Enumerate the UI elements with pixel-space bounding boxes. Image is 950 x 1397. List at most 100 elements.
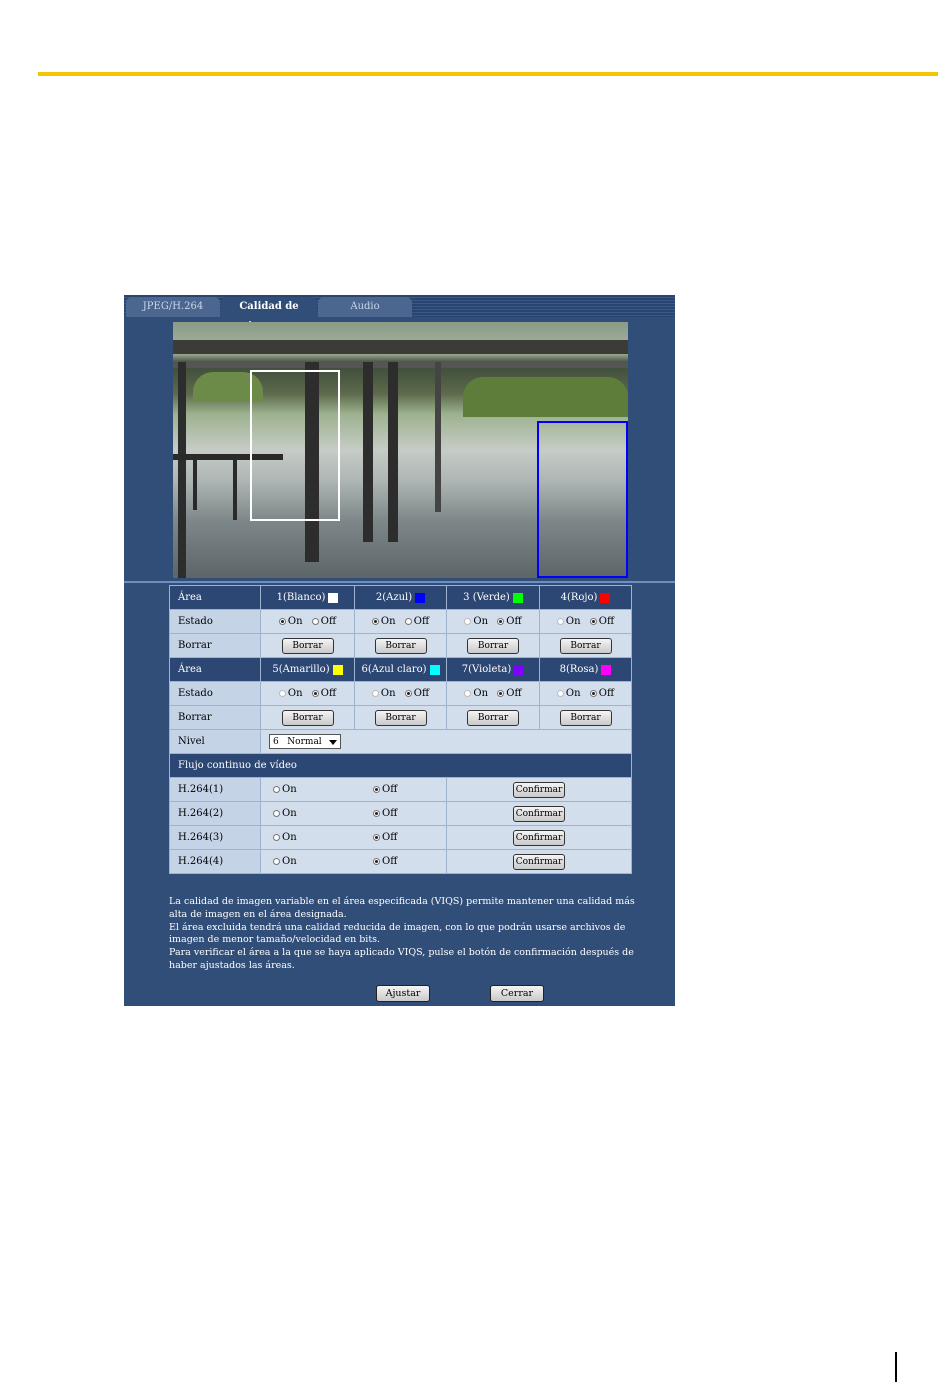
h264-4-confirm-cell: Confirmar [446,849,632,874]
estado-label: Estado [169,609,261,634]
h264-3-confirmar-button[interactable]: Confirmar [513,829,565,846]
area-5-on-radio[interactable] [278,690,286,697]
h264-row-3: H.264(3) On Off Confirmar [169,825,632,850]
h264-4-confirmar-button[interactable]: Confirmar [513,853,565,870]
area-8-on-radio[interactable] [556,690,564,697]
area-2-header: 2(Azul) [354,585,447,610]
image-post [178,362,186,578]
area-3-estado: On Off [446,609,540,634]
area-name: 6(Azul claro) [361,664,427,675]
area-6-on-radio[interactable] [371,690,379,697]
green-swatch [512,592,523,603]
on-label: On [473,616,489,627]
h264-1-confirmar-button[interactable]: Confirmar [513,781,565,798]
h264-3-off-radio[interactable] [373,834,381,841]
camera-preview-image[interactable] [173,322,628,578]
area-name: 4(Rojo) [560,592,598,603]
area-4-on-radio[interactable] [556,618,564,625]
area-7-off-radio[interactable] [497,690,505,697]
area-5-off-radio[interactable] [311,690,319,697]
area-3-borrar-button[interactable]: Borrar [467,637,519,654]
tab-bar: JPEG/H.264 Calidad de imagen Audio [124,295,675,332]
borrar-row-1: Borrar Borrar Borrar Borrar Borrar [169,633,632,658]
image-post [388,362,398,542]
tab-calidad-de-imagen[interactable]: Calidad de imagen [221,297,317,332]
divider [124,581,675,583]
area-8-borrar-button[interactable]: Borrar [559,709,612,726]
area-4-borrar-button[interactable]: Borrar [559,637,612,654]
area-1-rectangle[interactable] [250,370,340,521]
off-label: Off [598,688,615,699]
description-line: Para verificar el área a la que se haya … [169,947,634,971]
image-beam [173,340,628,354]
h264-row-1: H.264(1) On Off Confirmar [169,777,632,802]
area-7-estado: On Off [446,681,540,706]
h264-2-confirmar-button[interactable]: Confirmar [513,805,565,822]
tab-audio[interactable]: Audio [318,297,412,317]
area-3-on-radio[interactable] [464,618,472,625]
blue-swatch [415,592,426,603]
off-label: Off [320,688,337,699]
area-6-off-radio[interactable] [404,690,412,697]
h264-4-off-radio[interactable] [373,858,381,865]
area-8-off-radio[interactable] [589,690,597,697]
area-1-header: 1(Blanco) [260,585,355,610]
area-6-borrar-cell: Borrar [354,705,447,730]
area-6-borrar-button[interactable]: Borrar [374,709,427,726]
image-table [233,460,237,520]
area-2-off-radio[interactable] [404,618,412,625]
area-1-estado: On Off [260,609,355,634]
nivel-label: Nivel [169,729,261,754]
area-4-off-radio[interactable] [589,618,597,625]
on-label: On [282,808,297,819]
area-2-on-radio[interactable] [371,618,379,625]
h264-1-off-radio[interactable] [373,786,381,793]
area-8-estado: On Off [539,681,632,706]
area-2-estado: On Off [354,609,447,634]
area-3-off-radio[interactable] [497,618,505,625]
off-label: Off [320,616,337,627]
image-post [435,362,441,512]
area-4-borrar-cell: Borrar [539,633,632,658]
estado-label: Estado [169,681,261,706]
nivel-cell: 6 Normal [260,729,632,754]
h264-3-radios: On Off [260,825,447,850]
area-name: 2(Azul) [375,592,413,603]
area-7-borrar-button[interactable]: Borrar [467,709,519,726]
area-1-on-radio[interactable] [278,618,286,625]
area-7-on-radio[interactable] [464,690,472,697]
flujo-header: Flujo continuo de vídeo [169,753,632,778]
h264-row-2: H.264(2) On Off Confirmar [169,801,632,826]
tab-jpeg-h264[interactable]: JPEG/H.264 [126,297,220,317]
h264-1-confirm-cell: Confirmar [446,777,632,802]
on-label: On [282,856,297,867]
area-5-header: 5(Amarillo) [260,657,355,682]
area-name: 1(Blanco) [276,592,326,603]
h264-2-off-radio[interactable] [373,810,381,817]
nivel-value: 6 Normal [273,737,322,747]
h264-2-on-radio[interactable] [273,810,280,817]
area-5-estado: On Off [260,681,355,706]
settings-panel: JPEG/H.264 Calidad de imagen Audio Área … [124,295,675,1006]
h264-3-confirm-cell: Confirmar [446,825,632,850]
area-5-borrar-button[interactable]: Borrar [281,709,334,726]
h264-label: H.264(1) [169,777,261,802]
area-1-borrar-button[interactable]: Borrar [281,637,334,654]
ajustar-button[interactable]: Ajustar [376,985,430,1002]
area-1-borrar-cell: Borrar [260,633,355,658]
area-1-off-radio[interactable] [311,618,319,625]
area-8-header: 8(Rosa) [539,657,632,682]
on-label: On [282,784,297,795]
h264-1-on-radio[interactable] [273,786,280,793]
area-label: Área [169,657,261,682]
h264-label: H.264(2) [169,801,261,826]
area-2-rectangle[interactable] [537,421,628,578]
description-text: La calidad de imagen variable en el área… [169,896,639,973]
cerrar-button[interactable]: Cerrar [490,985,544,1002]
nivel-select[interactable]: 6 Normal [269,734,341,749]
area-settings-table: Área 1(Blanco) 2(Azul) 3 (Verde) 4(Rojo)… [169,585,632,874]
area-2-borrar-button[interactable]: Borrar [374,637,427,654]
h264-4-on-radio[interactable] [273,858,280,865]
h264-3-on-radio[interactable] [273,834,280,841]
area-3-borrar-cell: Borrar [446,633,540,658]
